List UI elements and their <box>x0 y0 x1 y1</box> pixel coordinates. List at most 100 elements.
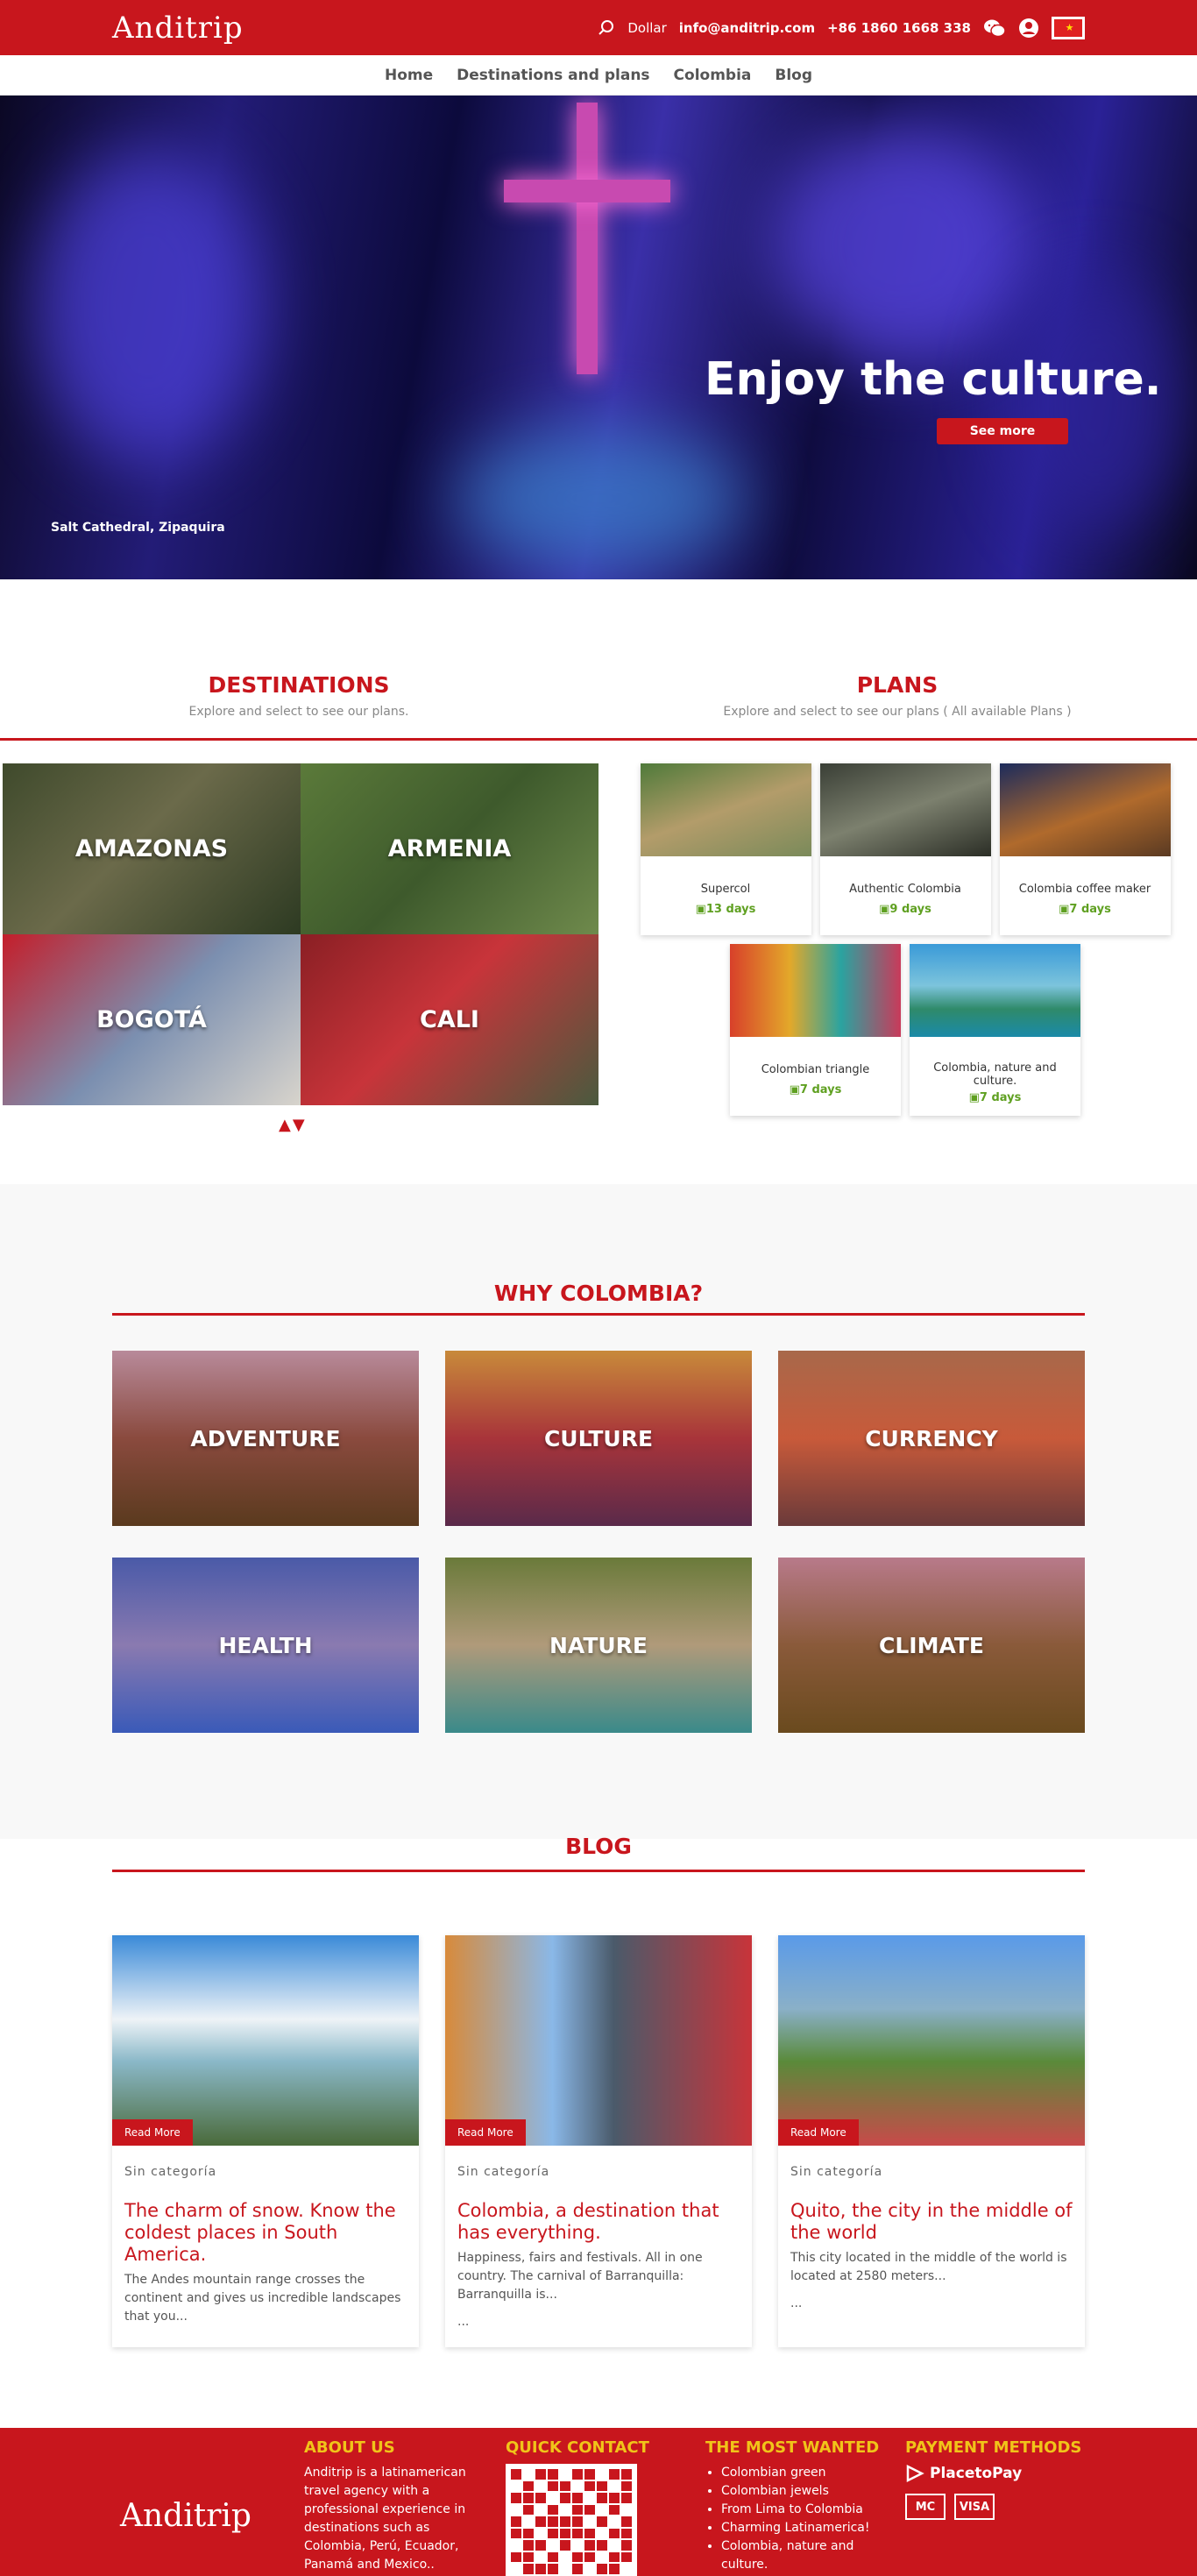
blog-divider <box>112 1870 1085 1872</box>
card-logos: MC VISA <box>905 2494 1098 2520</box>
site-logo[interactable]: Anditrip <box>112 11 244 46</box>
calendar-icon: ▣ <box>789 1083 800 1096</box>
destinations-title: DESTINATIONS <box>208 672 390 698</box>
plan-duration: ▣7 days <box>968 1091 1022 1104</box>
arrow-down-icon[interactable]: ▼ <box>293 1116 305 1134</box>
destination-tile[interactable]: BOGOTÁ <box>3 934 301 1105</box>
arrow-up-icon[interactable]: ▲ <box>279 1116 291 1134</box>
plans-grid: Supercol ▣13 days Authentic Colombia ▣9 … <box>640 763 1171 1125</box>
most-wanted-column: THE MOST WANTED Colombian green Colombia… <box>705 2438 889 2574</box>
why-tile[interactable]: NATURE <box>445 1558 752 1733</box>
blog-category[interactable]: Sin categoría <box>457 2165 740 2179</box>
read-more-button[interactable]: Read More <box>778 2119 859 2146</box>
payment-column: PAYMENT METHODS PlacetoPay MC VISA <box>905 2438 1098 2520</box>
quick-contact-column: QUICK CONTACT <box>506 2438 663 2576</box>
why-tile[interactable]: CURRENCY <box>778 1351 1085 1526</box>
blog-card: Read More Sin categoría Colombia, a dest… <box>445 1935 752 2347</box>
plan-photo <box>910 944 1080 1037</box>
plan-card[interactable]: Colombia, nature and culture. ▣7 days <box>910 944 1080 1116</box>
visa-icon: VISA <box>954 2494 995 2520</box>
hero-banner: Enjoy the culture. See more Salt Cathedr… <box>0 96 1197 579</box>
why-label: CURRENCY <box>865 1425 998 1451</box>
blog-section: BLOG Read More Sin categoría The charm o… <box>0 1834 1197 2428</box>
most-wanted-link[interactable]: Charming Latinamerica! <box>721 2519 889 2537</box>
payment-title: PAYMENT METHODS <box>905 2438 1082 2457</box>
blog-category[interactable]: Sin categoría <box>790 2165 1073 2179</box>
nav-destinations-and-plans[interactable]: Destinations and plans <box>457 67 649 84</box>
footer-logo[interactable]: Anditrip <box>120 2498 251 2534</box>
why-tile[interactable]: CULTURE <box>445 1351 752 1526</box>
read-more-button[interactable]: Read More <box>445 2119 526 2146</box>
blog-photo: Read More <box>112 1935 419 2146</box>
plan-duration: ▣7 days <box>789 1083 842 1096</box>
most-wanted-link[interactable]: Colombian jewels <box>721 2482 889 2501</box>
destination-label: CALI <box>420 1006 479 1033</box>
hero-caption: Salt Cathedral, Zipaquira <box>51 521 225 535</box>
user-account-icon[interactable] <box>1018 18 1039 39</box>
plan-duration: ▣13 days <box>695 903 756 916</box>
why-tile[interactable]: CLIMATE <box>778 1558 1085 1733</box>
see-more-button[interactable]: See more <box>937 418 1068 444</box>
destination-tile[interactable]: AMAZONAS <box>3 763 301 934</box>
nav-blog[interactable]: Blog <box>775 67 812 84</box>
blog-card: Read More Sin categoría The charm of sno… <box>112 1935 419 2347</box>
blog-excerpt: Happiness, fairs and festivals. All in o… <box>457 2251 703 2302</box>
blog-card: Read More Sin categoría Quito, the city … <box>778 1935 1085 2347</box>
plan-card[interactable]: Supercol ▣13 days <box>640 763 811 935</box>
mastercard-icon: MC <box>905 2494 946 2520</box>
plans-title: PLANS <box>856 672 938 698</box>
destinations-header: DESTINATIONS Explore and select to see o… <box>0 672 598 719</box>
site-footer: Anditrip ABOUT US Anditrip is a latiname… <box>0 2428 1197 2576</box>
destination-tile[interactable]: ARMENIA <box>301 763 598 934</box>
wechat-icon[interactable] <box>983 18 1006 38</box>
plan-card[interactable]: Authentic Colombia ▣9 days <box>819 763 991 935</box>
calendar-icon: ▣ <box>879 903 890 916</box>
most-wanted-link[interactable]: Colombia, nature and culture. <box>721 2537 889 2574</box>
plan-photo <box>640 763 811 856</box>
search-icon[interactable] <box>598 19 615 37</box>
quick-contact-title: QUICK CONTACT <box>506 2438 649 2457</box>
blog-post-title[interactable]: The charm of snow. Know the coldest plac… <box>124 2200 407 2266</box>
blog-more: ... <box>457 2315 470 2329</box>
why-tile[interactable]: ADVENTURE <box>112 1351 419 1526</box>
blog-post-title[interactable]: Colombia, a destination that has everyth… <box>457 2200 740 2244</box>
why-tile[interactable]: HEALTH <box>112 1558 419 1733</box>
why-label: NATURE <box>549 1632 648 1658</box>
most-wanted-title: THE MOST WANTED <box>705 2438 880 2457</box>
why-label: ADVENTURE <box>190 1425 341 1451</box>
china-flag-icon[interactable]: ★ <box>1052 16 1085 39</box>
contact-phone[interactable]: +86 1860 1668 338 <box>827 20 971 36</box>
blog-category[interactable]: Sin categoría <box>124 2165 407 2179</box>
cross-vertical <box>577 103 598 374</box>
blog-photo: Read More <box>445 1935 752 2146</box>
plan-photo <box>999 763 1171 856</box>
destination-tile[interactable]: CALI <box>301 934 598 1105</box>
top-bar: Anditrip Dollar info@anditrip.com +86 18… <box>0 0 1197 55</box>
blog-more: ... <box>790 2296 803 2310</box>
plan-name: Supercol <box>700 883 751 896</box>
about-text: Anditrip is a latinamerican travel agenc… <box>304 2466 466 2572</box>
blog-grid: Read More Sin categoría The charm of sno… <box>112 1935 1085 2347</box>
most-wanted-link[interactable]: From Lima to Colombia <box>721 2501 889 2519</box>
currency-selector[interactable]: Dollar <box>627 20 666 36</box>
read-more-button[interactable]: Read More <box>112 2119 193 2146</box>
plan-name: Colombia coffee maker <box>1018 883 1151 896</box>
plan-name: Colombia, nature and culture. <box>933 1061 1057 1088</box>
hero-light <box>35 148 263 464</box>
most-wanted-link[interactable]: Colombian green <box>721 2464 889 2482</box>
destinations-pager: ▲ ▼ <box>279 1116 305 1134</box>
plan-photo <box>730 944 901 1037</box>
nav-colombia[interactable]: Colombia <box>674 67 752 84</box>
plan-card[interactable]: Colombia coffee maker ▣7 days <box>999 763 1171 935</box>
calendar-icon: ▣ <box>1059 903 1070 916</box>
placetopay-logo: PlacetoPay <box>905 2464 1098 2483</box>
plan-card[interactable]: Colombian triangle ▣7 days <box>730 944 901 1116</box>
nav-home[interactable]: Home <box>385 67 433 84</box>
wechat-qr-code <box>506 2464 637 2576</box>
plan-photo <box>819 763 991 856</box>
blog-post-title[interactable]: Quito, the city in the middle of the wor… <box>790 2200 1073 2244</box>
why-colombia-divider <box>112 1313 1085 1316</box>
why-colombia-grid: ADVENTURE CULTURE CURRENCY HEALTH NATURE… <box>112 1351 1085 1733</box>
destinations-plans-section: DESTINATIONS Explore and select to see o… <box>0 579 1197 1184</box>
contact-email[interactable]: info@anditrip.com <box>679 20 815 36</box>
